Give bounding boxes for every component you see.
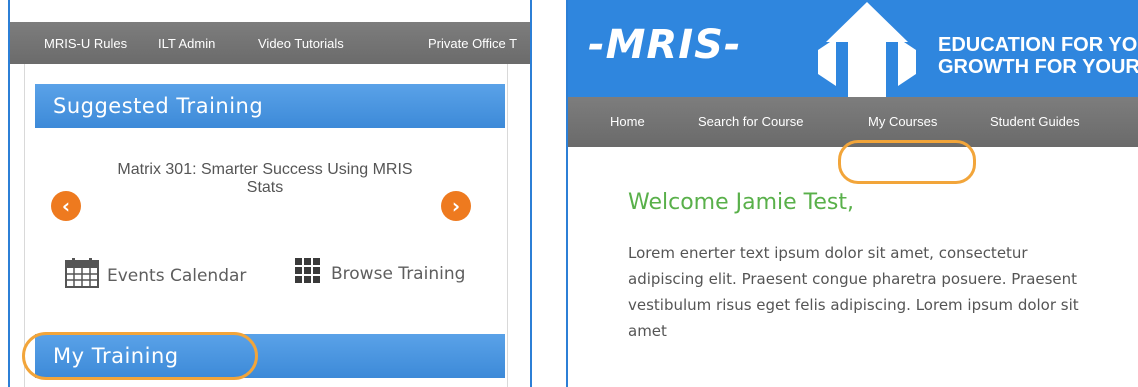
browse-training-link[interactable]: Browse Training (295, 258, 465, 289)
left-panel: MRIS-U Rules ILT Admin Video Tutorials P… (8, 0, 532, 387)
nav-item-home[interactable]: Home (610, 114, 645, 129)
nav-item-search-for-course[interactable]: Search for Course (698, 114, 804, 129)
left-nav-bar: MRIS-U Rules ILT Admin Video Tutorials P… (10, 22, 530, 64)
nav-item-my-courses[interactable]: My Courses (868, 114, 937, 129)
right-panel: -MRIS- EDUCATION FOR YOU GROWTH FOR YOUR… (566, 0, 1138, 387)
top-strip (10, 0, 530, 22)
site-header: -MRIS- EDUCATION FOR YOU GROWTH FOR YOUR (568, 0, 1138, 97)
nav-item-video-tutorials[interactable]: Video Tutorials (258, 36, 344, 51)
grid-icon (295, 258, 321, 289)
calendar-icon (65, 258, 99, 293)
my-training-highlight (22, 332, 258, 380)
nav-item-private-office[interactable]: Private Office T (428, 36, 517, 51)
up-arrow-icon (812, 0, 922, 102)
mris-logo[interactable]: -MRIS- (588, 22, 742, 68)
suggested-course-title[interactable]: Matrix 301: Smarter Success Using MRIS S… (115, 161, 415, 197)
tagline-line-1: EDUCATION FOR YOU (938, 34, 1138, 56)
events-calendar-label: Events Calendar (107, 265, 247, 286)
chevron-right-icon[interactable]: › (441, 191, 471, 221)
welcome-heading: Welcome Jamie Test, (628, 190, 854, 215)
tagline-line-2: GROWTH FOR YOUR (938, 56, 1138, 78)
browse-training-label: Browse Training (331, 263, 466, 284)
my-courses-highlight (838, 140, 976, 184)
welcome-body-text: Lorem enerter text ipsum dolor sit amet,… (628, 244, 1079, 340)
suggested-training-header: Suggested Training (35, 84, 505, 128)
events-calendar-link[interactable]: Events Calendar (65, 258, 246, 293)
chevron-left-icon[interactable]: ‹ (51, 191, 81, 221)
nav-item-student-guides[interactable]: Student Guides (990, 114, 1080, 129)
nav-item-ilt-admin[interactable]: ILT Admin (158, 36, 215, 51)
nav-item-mris-u-rules[interactable]: MRIS-U Rules (44, 36, 127, 51)
